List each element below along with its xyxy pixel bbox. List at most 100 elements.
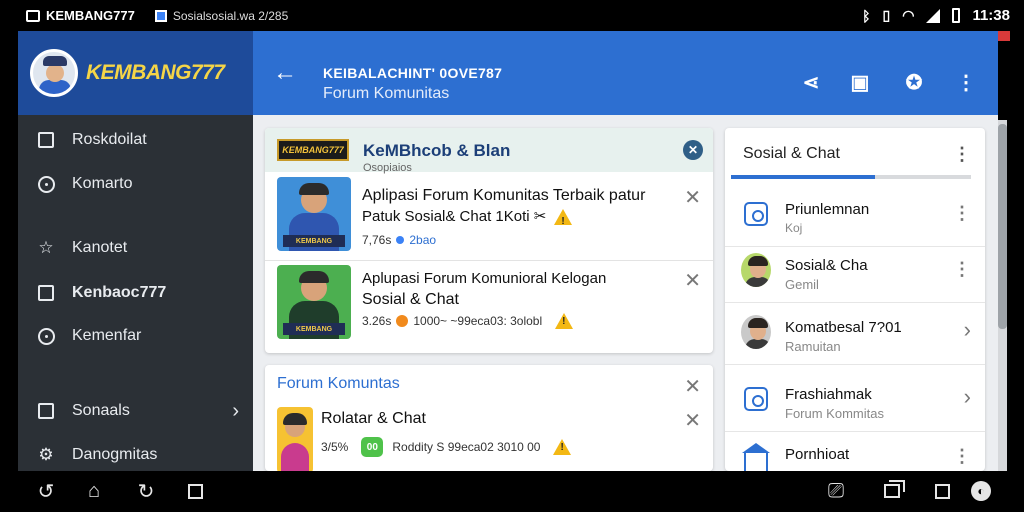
- chevron-right-icon[interactable]: ›: [964, 317, 971, 343]
- side-item-subtitle: Forum Kommitas: [785, 406, 884, 421]
- featured-header: KEMBANG777 KeMBhcob & Blan Osopiaios ✕: [265, 128, 713, 174]
- drawer-item-label: Danogmitas: [72, 446, 158, 463]
- drawer-item-label: Kemenfar: [72, 327, 142, 344]
- home-icon[interactable]: ⌂: [82, 479, 106, 503]
- dismiss-icon[interactable]: ✕: [684, 185, 701, 210]
- app-thumbnail: KEMBANG: [277, 177, 351, 251]
- app-thumbnail: KEMBANG: [277, 265, 351, 339]
- avatar-icon: [741, 253, 771, 287]
- status-time: 11:38: [972, 7, 1010, 24]
- side-item-title: Pornhioat: [785, 446, 850, 463]
- side-panel-title: Sosial & Chat: [743, 145, 840, 162]
- warning-icon: [555, 313, 574, 329]
- chevron-right-icon[interactable]: ›: [964, 384, 971, 410]
- drawer-item-kenbaoc777[interactable]: Kenbaoc777: [18, 275, 253, 311]
- brand-logo: KEMBANG777: [86, 61, 225, 84]
- forum-card: Forum Komuntas ✕ Rolatar & Chat 3/5% 00 …: [265, 365, 713, 471]
- app-title-line2: Patuk Sosial& Chat 1Koti ✂: [362, 207, 573, 232]
- app-badge: 00: [361, 437, 384, 457]
- drawer-item-sonaals[interactable]: Sonaals ›: [18, 393, 253, 429]
- dashboard-icon: [36, 130, 56, 150]
- dismiss-icon[interactable]: ✕: [684, 268, 701, 293]
- app-row[interactable]: KEMBANG Aplupasi Forum Komunioral Keloga…: [265, 261, 713, 353]
- side-item-subtitle: Koj: [785, 221, 803, 235]
- app-meta: 3.26s 1000~ ~99eca03: 3olobl: [362, 313, 574, 329]
- side-item-title: Komatbesal 7?01: [785, 319, 902, 336]
- drawer-header: KEMBANG777: [18, 31, 253, 115]
- close-icon[interactable]: ✕: [683, 140, 703, 160]
- more-vert-icon[interactable]: ⋮: [953, 259, 971, 280]
- window-icon[interactable]: [930, 479, 954, 503]
- app-icon: [26, 9, 40, 22]
- app-title-line2: Sosial & Chat: [362, 291, 459, 308]
- cast-icon[interactable]: ⎚: [824, 479, 848, 503]
- clock-icon: [36, 174, 56, 194]
- avatar[interactable]: [30, 49, 78, 97]
- side-panel: Sosial & Chat ⋮ Priunlemnan Koj ⋮ Sosial…: [725, 128, 985, 471]
- brand-badge: KEMBANG777: [277, 139, 349, 161]
- side-item-title: Priunlemnan: [785, 201, 870, 218]
- page-subtitle: Forum Komunitas: [323, 85, 450, 102]
- drawer-item-label: Kenbaoc777: [72, 284, 167, 301]
- chat-frame-icon: [741, 384, 771, 414]
- side-item[interactable]: Komatbesal 7?01 Ramuitan ›: [725, 303, 985, 365]
- drawer-item-roskdoilat[interactable]: Roskdoilat: [18, 122, 253, 158]
- app-bar-edge: [998, 31, 1010, 41]
- undo-icon[interactable]: ↺: [34, 479, 58, 503]
- more-vert-icon[interactable]: ⋮: [953, 144, 971, 165]
- drawer-item-kanotet[interactable]: ☆ Kanotet: [18, 230, 253, 266]
- navigation-drawer: KEMBANG777 Roskdoilat Komarto ☆ Kanotet …: [18, 31, 253, 471]
- side-item-title: Sosial& Cha: [785, 257, 868, 274]
- status-notification-text: Sosialsosial.wa 2/285: [172, 8, 289, 23]
- drawer-item-komarto[interactable]: Komarto: [18, 166, 253, 202]
- more-vert-icon[interactable]: ⋮: [953, 203, 971, 224]
- badge-icon[interactable]: ✪: [901, 69, 927, 95]
- wifi-icon: ◠: [902, 7, 915, 23]
- drawer-item-danogmitas[interactable]: ⚙ Danogmitas: [18, 437, 253, 473]
- status-bar: KEMBANG777 Sosialsosial.wa 2/285 ᛒ ▯ ◠ 1…: [0, 0, 1024, 31]
- window-icon: [36, 401, 56, 421]
- drawer-item-label: Sonaals: [72, 402, 130, 419]
- dismiss-icon[interactable]: ✕: [684, 408, 701, 433]
- drawer-item-label: Kanotet: [72, 239, 128, 256]
- close-icon[interactable]: ✕: [684, 374, 701, 399]
- more-vert-icon[interactable]: ⋮: [953, 69, 979, 95]
- app-title: Aplipasi Forum Komunitas Terbaik patur: [362, 187, 646, 204]
- side-item[interactable]: Frashiahmak Forum Kommitas ›: [725, 370, 985, 432]
- side-item-subtitle: Ramuitan: [785, 339, 841, 354]
- scrollbar-thumb[interactable]: [998, 124, 1007, 329]
- tab-indicator: [731, 175, 971, 179]
- app-title: Rolatar & Chat: [321, 410, 426, 427]
- emoji-icon: [396, 315, 409, 327]
- side-item[interactable]: Sosial& Cha Gemil ⋮: [725, 241, 985, 303]
- back-icon[interactable]: ↻: [134, 479, 158, 503]
- share-icon[interactable]: ⋖: [798, 69, 824, 95]
- avatar-icon: [741, 315, 771, 349]
- scrollbar[interactable]: [998, 120, 1007, 471]
- chat-icon: [36, 326, 56, 346]
- app-row[interactable]: Rolatar & Chat 3/5% 00 Roddity S 99eca02…: [265, 405, 713, 471]
- star-icon: ☆: [38, 238, 54, 257]
- app-meta: 7,76s 2bao: [362, 233, 437, 247]
- side-item[interactable]: Priunlemnan Koj ⋮: [725, 185, 985, 247]
- page-title: KEIBALACHINT' 0OVE787: [323, 65, 503, 81]
- featured-card: KEMBANG777 KeMBhcob & Blan Osopiaios ✕ K…: [265, 128, 713, 353]
- more-vert-icon[interactable]: ⋮: [953, 446, 971, 467]
- assistant-icon[interactable]: ◐: [969, 479, 993, 503]
- side-item[interactable]: Pornhioat ⋮: [725, 432, 985, 471]
- square-icon: [36, 283, 56, 303]
- app-title: Aplupasi Forum Komunioral Kelogan: [362, 270, 607, 287]
- system-nav-bar: ↺ ⌂ ↻ ⎚ ◐: [0, 471, 1024, 512]
- back-arrow-icon[interactable]: ←: [273, 61, 297, 85]
- house-icon: [741, 443, 771, 471]
- screenshot-icon[interactable]: [183, 479, 207, 503]
- app-row[interactable]: KEMBANG Aplipasi Forum Komunitas Terbaik…: [265, 172, 713, 260]
- warning-icon: [553, 439, 572, 455]
- store-icon[interactable]: ▣: [847, 69, 873, 95]
- drawer-item-kemenfar[interactable]: Kemenfar: [18, 318, 253, 354]
- forum-card-title: Forum Komuntas: [277, 375, 400, 392]
- bluetooth-icon: ᛒ: [862, 7, 871, 24]
- tab-indicator-fill: [731, 175, 875, 179]
- image-frame-icon: [741, 199, 771, 229]
- recents-icon[interactable]: [880, 479, 905, 503]
